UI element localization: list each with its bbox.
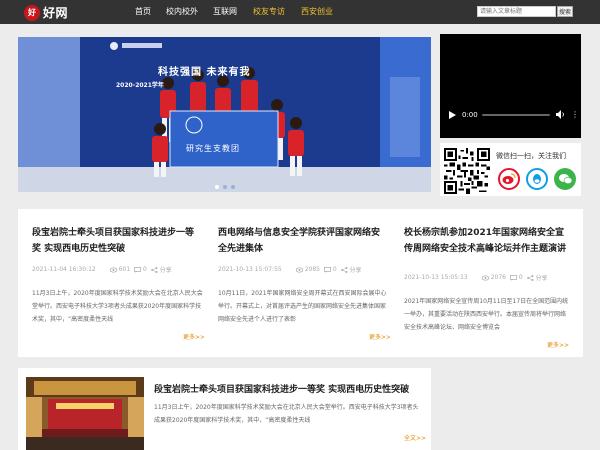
- news-card-meta: 2021-10-13 15:07:55 2085 0 分享: [218, 265, 362, 274]
- logo-mark-icon: 好: [24, 4, 40, 21]
- follow-us-panel: 微信扫一扫，关注我们: [440, 143, 581, 196]
- eye-icon: [295, 266, 303, 273]
- qr-code-image: [444, 148, 490, 194]
- eye-icon: [481, 274, 489, 281]
- video-player[interactable]: 0:00 ⋮: [440, 34, 581, 138]
- news-card-title[interactable]: 校长杨宗凯参加2021年国家网络安全宣传周网络安全技术高峰论坛并作主题演讲: [404, 225, 569, 257]
- comment-count: 0: [143, 266, 147, 273]
- share-link[interactable]: 分享: [536, 273, 548, 282]
- featured-article[interactable]: 段宝岩院士牵头项目获国家科技进步一等奖 实现西电历史性突破 11月3日上午，20…: [18, 368, 431, 450]
- site-logo[interactable]: 好 好网: [24, 4, 68, 21]
- nav-item-startup[interactable]: 西安创业: [301, 6, 333, 17]
- comment-count: 0: [332, 266, 337, 273]
- nav-item-alumni[interactable]: 校友专访: [253, 6, 285, 17]
- play-icon[interactable]: [449, 111, 456, 119]
- news-date: 2021-11-04 16:30:12: [32, 266, 96, 273]
- news-card-title[interactable]: 西电网络与信息安全学院获评国家网络安全先进集体: [218, 225, 388, 257]
- read-more-link[interactable]: 更多>>: [547, 340, 569, 349]
- nav-item-campus[interactable]: 校内校外: [166, 6, 198, 17]
- news-card-meta: 2021-11-04 16:30:12 601 0 分享: [32, 265, 172, 274]
- search-input[interactable]: [477, 6, 556, 17]
- read-more-link[interactable]: 更多>>: [369, 332, 391, 341]
- share-icon[interactable]: [150, 266, 158, 273]
- view-count: 2076: [490, 274, 507, 281]
- banner-carousel[interactable]: 科技强国 未来有我 2020-2021学年 研究生支教团: [18, 37, 431, 192]
- view-count: 2085: [304, 266, 321, 273]
- qq-icon[interactable]: [526, 168, 548, 190]
- carousel-indicators: [18, 185, 431, 189]
- weibo-icon[interactable]: [498, 168, 520, 190]
- comment-count: 0: [518, 274, 523, 281]
- news-date: 2021-10-13 15:05:13: [404, 274, 468, 281]
- comment-icon: [323, 266, 331, 273]
- video-time: 0:00: [462, 111, 478, 119]
- article-thumbnail[interactable]: [26, 377, 144, 450]
- share-link[interactable]: 分享: [160, 265, 172, 274]
- article-excerpt: 11月3日上午，2020年度国家科学技术奖励大会在北京人民大会堂举行。西安电子科…: [154, 404, 419, 424]
- news-card[interactable]: 校长杨宗凯参加2021年国家网络安全宣传周网络安全技术高峰论坛并作主题演讲 20…: [390, 209, 583, 357]
- banner-headline: 科技强国 未来有我: [158, 67, 251, 78]
- volume-icon[interactable]: [556, 110, 565, 119]
- news-card-title[interactable]: 段宝岩院士牵头项目获国家科技进步一等奖 实现西电历史性突破: [32, 225, 202, 257]
- nav-item-internet[interactable]: 互联网: [213, 6, 237, 17]
- carousel-dot[interactable]: [230, 185, 235, 189]
- banner-flag-text: 研究生支教团: [186, 144, 240, 153]
- news-card-excerpt: 2021年国家网络安全宣传周10月11日至17日在全国范围内统一举办，其重要活动…: [404, 298, 569, 331]
- carousel-dot[interactable]: [222, 185, 227, 189]
- search-button[interactable]: 搜索: [557, 6, 573, 17]
- banner-photo: [18, 37, 431, 192]
- eye-icon: [109, 266, 117, 273]
- read-more-link[interactable]: 更多>>: [183, 332, 205, 341]
- wechat-icon[interactable]: [554, 168, 576, 190]
- news-date: 2021-10-13 15:07:55: [218, 266, 282, 273]
- comment-icon: [509, 274, 517, 281]
- more-options-icon[interactable]: ⋮: [571, 110, 579, 119]
- news-card[interactable]: 段宝岩院士牵头项目获国家科技进步一等奖 实现西电历史性突破 2021-11-04…: [18, 209, 219, 357]
- news-card-excerpt: 10月11日，2021年国家网络安全周开幕式在西安国际会展中心举行。开幕式上，对…: [218, 290, 387, 323]
- view-count: 601: [118, 266, 131, 273]
- video-progress-bar[interactable]: [482, 114, 550, 116]
- comment-icon: [134, 266, 141, 273]
- banner-subtitle: 2020-2021学年: [116, 82, 164, 89]
- news-card-excerpt: 11月3日上午，2020年度国家科学技术奖励大会在北京人民大会堂举行。西安电子科…: [32, 290, 203, 323]
- news-card-meta: 2021-10-13 15:05:13 2076 0 分享: [404, 273, 548, 282]
- share-link[interactable]: 分享: [350, 265, 362, 274]
- follow-us-text: 微信扫一扫，关注我们: [496, 152, 566, 160]
- read-full-article-link[interactable]: 全文>>: [404, 433, 426, 442]
- share-icon[interactable]: [526, 274, 534, 281]
- share-icon[interactable]: [340, 266, 348, 273]
- news-card[interactable]: 西电网络与信息安全学院获评国家网络安全先进集体 2021-10-13 15:07…: [204, 209, 405, 357]
- carousel-dot[interactable]: [214, 185, 219, 189]
- logo-text: 好网: [43, 6, 69, 20]
- article-title[interactable]: 段宝岩院士牵头项目获国家科技进步一等奖 实现西电历史性突破: [154, 382, 409, 395]
- nav-item-home[interactable]: 首页: [135, 6, 151, 17]
- top-navigation-bar: 好 好网 首页 校内校外 互联网 校友专访 西安创业 搜索: [0, 0, 600, 24]
